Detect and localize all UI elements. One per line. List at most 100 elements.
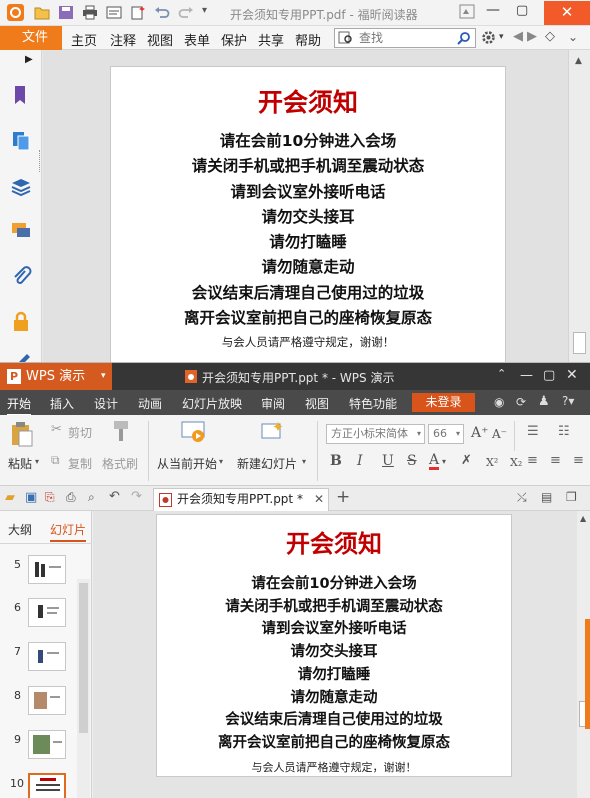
tab-view[interactable]: 视图	[305, 395, 329, 412]
ribbon-collapse-icon[interactable]: ⌃	[497, 367, 506, 380]
sidebar-resize-handle[interactable]	[39, 150, 42, 172]
paste-dropdown-icon[interactable]: ▾	[35, 457, 39, 466]
tab-features[interactable]: 特色功能	[349, 395, 397, 412]
italic-button[interactable]: I	[357, 453, 363, 469]
signature-icon[interactable]	[10, 350, 32, 362]
skin-palette-icon[interactable]: ◉	[494, 395, 504, 409]
current-slide[interactable]: 开会须知 请在会前10分钟进入会场 请关闭手机或把手机调至震动状态 请到会议室外…	[156, 514, 512, 777]
outline-tab[interactable]: 大纲	[8, 521, 32, 538]
file-menu[interactable]: 文件	[0, 26, 62, 50]
settings-gear-icon[interactable]	[480, 29, 497, 46]
grow-font-icon[interactable]: A⁺	[471, 425, 489, 441]
sidebar-expand-icon[interactable]: ▶	[25, 54, 33, 65]
wps-redo-icon[interactable]: ↷	[131, 489, 142, 504]
close-button[interactable]: ✕	[544, 1, 590, 25]
attachment-icon[interactable]	[10, 265, 32, 287]
slide-scroll-up-icon[interactable]: ▲	[580, 514, 586, 523]
find-options-icon[interactable]	[338, 31, 354, 45]
tab-slideshow[interactable]: 幻灯片放映	[182, 395, 242, 412]
back-arrow-icon[interactable]: ◀	[513, 29, 523, 44]
from-current-button[interactable]: 从当前开始	[157, 455, 217, 472]
settings-dropdown-icon[interactable]: ▾	[499, 32, 504, 42]
forward-arrow-icon[interactable]: ▶	[527, 29, 537, 44]
slide-thumbnail[interactable]	[28, 686, 66, 715]
tab-insert[interactable]: 插入	[50, 395, 74, 412]
slides-tab[interactable]: 幻灯片	[50, 521, 87, 542]
menu-help[interactable]: 帮助	[295, 30, 321, 49]
subscript-button[interactable]: X₂	[510, 456, 522, 469]
close-tab-icon[interactable]: ✕	[314, 489, 324, 510]
new-document-icon[interactable]	[130, 5, 146, 20]
copy-button[interactable]: 复制	[68, 455, 92, 472]
print-icon[interactable]	[82, 5, 98, 20]
wps-brand-menu[interactable]: P WPS 演示 ▾	[0, 363, 112, 390]
tab-tools-icon[interactable]: ⤯	[517, 490, 527, 505]
collapse-ribbon-icon[interactable]: ⌄	[568, 30, 578, 44]
align-right-icon[interactable]: ≡	[573, 453, 584, 468]
properties-icon[interactable]	[106, 5, 122, 20]
wps-maximize-button[interactable]: ▢	[543, 368, 555, 383]
maximize-button[interactable]: ▢	[516, 3, 528, 18]
from-current-dropdown-icon[interactable]: ▾	[219, 457, 223, 466]
rule-line-2[interactable]: 请关闭手机或把手机调至震动状态	[157, 596, 511, 619]
paste-icon[interactable]	[10, 421, 34, 447]
superscript-button[interactable]: X²	[486, 456, 498, 469]
save-icon[interactable]	[58, 5, 74, 20]
numbering-icon[interactable]: ☷	[558, 424, 570, 439]
tab-restore-icon[interactable]: ❐	[566, 490, 577, 504]
rule-line-4[interactable]: 请勿交头接耳	[157, 641, 511, 664]
tab-review[interactable]: 审阅	[261, 395, 285, 412]
security-lock-icon[interactable]	[10, 310, 32, 332]
strikethrough-button[interactable]: S	[407, 453, 417, 469]
pin-icon[interactable]: ◇	[545, 29, 555, 44]
help-icon[interactable]: ?▾	[562, 394, 574, 408]
bold-button[interactable]: B	[330, 453, 342, 469]
underline-button[interactable]: U	[382, 453, 394, 469]
login-button[interactable]: 未登录	[412, 393, 475, 412]
font-size-dropdown-icon[interactable]: ▾	[456, 425, 460, 443]
menu-protect[interactable]: 保护	[221, 30, 247, 49]
font-name-dropdown-icon[interactable]: ▾	[417, 425, 421, 443]
paste-button[interactable]: 粘贴	[8, 455, 32, 472]
play-from-current-icon[interactable]	[180, 419, 206, 445]
menu-share[interactable]: 共享	[258, 30, 284, 49]
rule-line-3[interactable]: 请到会议室外接听电话	[157, 618, 511, 641]
wps-undo-icon[interactable]: ↶	[109, 489, 120, 504]
slide-thumbnail[interactable]	[28, 730, 66, 759]
layers-icon[interactable]	[10, 175, 32, 197]
pages-icon[interactable]	[10, 130, 32, 152]
document-tab[interactable]: 开会须知专用PPT.ppt * ✕	[153, 488, 329, 511]
side-panel-toggle[interactable]	[585, 619, 590, 729]
align-left-icon[interactable]: ≡	[527, 453, 538, 468]
quick-access-dropdown-icon[interactable]: ▾	[202, 5, 207, 16]
rule-line-5[interactable]: 请勿打瞌睡	[157, 664, 511, 687]
cut-button[interactable]: 剪切	[68, 424, 92, 441]
tab-design[interactable]: 设计	[94, 395, 118, 412]
redo-icon[interactable]	[178, 5, 194, 20]
slide-title[interactable]: 开会须知	[157, 527, 511, 561]
foxit-scroll-thumb[interactable]	[573, 332, 586, 354]
slides-panel-scroll-thumb[interactable]	[79, 583, 88, 733]
menu-comment[interactable]: 注释	[110, 30, 136, 49]
comments-icon[interactable]	[10, 220, 32, 242]
slide-footer[interactable]: 与会人员请严格遵守规定，谢谢！	[157, 759, 511, 775]
foxit-vertical-scrollbar[interactable]: ▲	[568, 50, 590, 362]
rule-line-1[interactable]: 请在会前10分钟进入会场	[157, 573, 511, 596]
slide-thumbnail[interactable]	[28, 598, 66, 627]
scroll-up-arrow-icon[interactable]: ▲	[575, 56, 582, 66]
slide-thumbnail[interactable]	[28, 642, 66, 671]
align-center-icon[interactable]: ≡	[550, 453, 561, 468]
font-color-dropdown-icon[interactable]: ▾	[442, 457, 446, 466]
new-slide-button[interactable]: 新建幻灯片	[237, 455, 297, 472]
rule-line-8[interactable]: 离开会议室前把自己的座椅恢复原态	[157, 732, 511, 755]
tab-home[interactable]: 开始	[7, 395, 32, 416]
format-painter-button[interactable]: 格式刷	[102, 455, 138, 472]
new-slide-dropdown-icon[interactable]: ▾	[302, 457, 306, 466]
sync-icon[interactable]: ⟳	[516, 395, 526, 409]
rule-line-7[interactable]: 会议结束后清理自己使用过的垃圾	[157, 709, 511, 732]
slides-panel-scrollbar[interactable]	[77, 579, 90, 798]
new-tab-icon[interactable]: +	[336, 487, 350, 507]
slide-thumbnail-selected[interactable]	[28, 773, 66, 798]
bullets-icon[interactable]: ☰	[527, 424, 539, 439]
wps-open-icon[interactable]: ▰	[5, 490, 15, 505]
